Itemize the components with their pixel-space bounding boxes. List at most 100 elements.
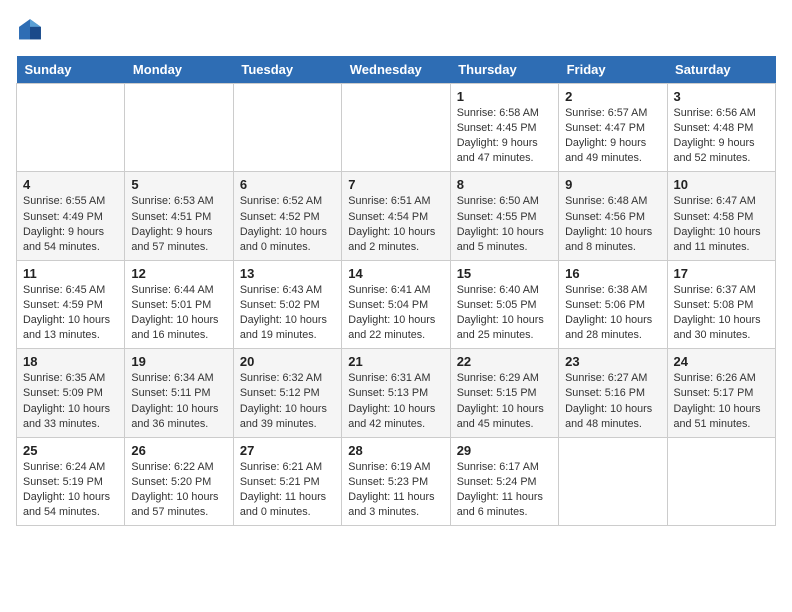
day-info: Sunrise: 6:57 AM Sunset: 4:47 PM Dayligh… [565, 106, 660, 166]
day-number: 12 [131, 266, 226, 281]
day-info: Sunrise: 6:26 AM Sunset: 5:17 PM Dayligh… [674, 371, 769, 431]
day-number: 2 [565, 89, 660, 104]
day-info: Sunrise: 6:53 AM Sunset: 4:51 PM Dayligh… [131, 194, 226, 254]
day-info: Sunrise: 6:22 AM Sunset: 5:20 PM Dayligh… [131, 460, 226, 520]
calendar-cell [125, 84, 233, 172]
day-info: Sunrise: 6:38 AM Sunset: 5:06 PM Dayligh… [565, 283, 660, 343]
day-number: 27 [240, 443, 335, 458]
calendar-cell: 9Sunrise: 6:48 AM Sunset: 4:56 PM Daylig… [559, 172, 667, 260]
day-info: Sunrise: 6:48 AM Sunset: 4:56 PM Dayligh… [565, 194, 660, 254]
day-number: 26 [131, 443, 226, 458]
calendar-cell [17, 84, 125, 172]
day-of-week-monday: Monday [125, 56, 233, 84]
calendar-cell: 13 Sunrise: 6:43 AM Sunset: 5:02 PM Dayli… [233, 260, 341, 348]
day-number: 28 [348, 443, 443, 458]
day-info: Sunrise: 6:56 AM Sunset: 4:48 PM Dayligh… [674, 106, 769, 166]
day-info: Sunrise: 6:37 AM Sunset: 5:08 PM Dayligh… [674, 283, 769, 343]
calendar-cell: 18Sunrise: 6:35 AM Sunset: 5:09 PM Dayli… [17, 349, 125, 437]
calendar-cell: 20 Sunrise: 6:32 AM Sunset: 5:12 PM Dayli… [233, 349, 341, 437]
calendar-cell: 15 Sunrise: 6:40 AM Sunset: 5:05 PM Dayli… [450, 260, 558, 348]
day-info: Sunrise: 6:17 AM Sunset: 5:24 PM Dayligh… [457, 460, 552, 520]
calendar-week-row: 1 Sunrise: 6:58 AM Sunset: 4:45 PM Daylig… [17, 84, 776, 172]
day-info: Sunrise: 6:55 AM Sunset: 4:49 PM Dayligh… [23, 194, 118, 254]
day-info: Sunrise: 6:21 AM Sunset: 5:21 PM Dayligh… [240, 460, 335, 520]
calendar-week-row: 18Sunrise: 6:35 AM Sunset: 5:09 PM Dayli… [17, 349, 776, 437]
day-of-week-thursday: Thursday [450, 56, 558, 84]
calendar-cell: 12 Sunrise: 6:44 AM Sunset: 5:01 PM Dayli… [125, 260, 233, 348]
day-number: 4 [23, 177, 118, 192]
day-number: 24 [674, 354, 769, 369]
calendar-week-row: 25 Sunrise: 6:24 AM Sunset: 5:19 PM Dayli… [17, 437, 776, 525]
calendar-cell: 17 Sunrise: 6:37 AM Sunset: 5:08 PM Dayli… [667, 260, 775, 348]
day-info: Sunrise: 6:47 AM Sunset: 4:58 PM Dayligh… [674, 194, 769, 254]
day-info: Sunrise: 6:43 AM Sunset: 5:02 PM Dayligh… [240, 283, 335, 343]
day-number: 1 [457, 89, 552, 104]
day-number: 25 [23, 443, 118, 458]
day-info: Sunrise: 6:27 AM Sunset: 5:16 PM Dayligh… [565, 371, 660, 431]
day-info: Sunrise: 6:32 AM Sunset: 5:12 PM Dayligh… [240, 371, 335, 431]
calendar-cell: 16 Sunrise: 6:38 AM Sunset: 5:06 PM Dayli… [559, 260, 667, 348]
calendar-cell: 2 Sunrise: 6:57 AM Sunset: 4:47 PM Daylig… [559, 84, 667, 172]
calendar-cell: 11 Sunrise: 6:45 AM Sunset: 4:59 PM Dayli… [17, 260, 125, 348]
day-number: 23 [565, 354, 660, 369]
day-of-week-wednesday: Wednesday [342, 56, 450, 84]
day-info: Sunrise: 6:44 AM Sunset: 5:01 PM Dayligh… [131, 283, 226, 343]
calendar-week-row: 4 Sunrise: 6:55 AM Sunset: 4:49 PM Daylig… [17, 172, 776, 260]
day-number: 15 [457, 266, 552, 281]
day-info: Sunrise: 6:50 AM Sunset: 4:55 PM Dayligh… [457, 194, 552, 254]
day-info: Sunrise: 6:34 AM Sunset: 5:11 PM Dayligh… [131, 371, 226, 431]
day-number: 19 [131, 354, 226, 369]
calendar-cell [667, 437, 775, 525]
logo [16, 16, 48, 44]
day-of-week-sunday: Sunday [17, 56, 125, 84]
day-number: 11 [23, 266, 118, 281]
day-info: Sunrise: 6:41 AM Sunset: 5:04 PM Dayligh… [348, 283, 443, 343]
day-number: 14 [348, 266, 443, 281]
day-number: 17 [674, 266, 769, 281]
day-number: 7 [348, 177, 443, 192]
day-info: Sunrise: 6:58 AM Sunset: 4:45 PM Dayligh… [457, 106, 552, 166]
day-number: 21 [348, 354, 443, 369]
calendar-table: SundayMondayTuesdayWednesdayThursdayFrid… [16, 56, 776, 526]
calendar-cell: 10 Sunrise: 6:47 AM Sunset: 4:58 PM Dayli… [667, 172, 775, 260]
calendar-cell: 1 Sunrise: 6:58 AM Sunset: 4:45 PM Daylig… [450, 84, 558, 172]
calendar-cell: 23 Sunrise: 6:27 AM Sunset: 5:16 PM Dayli… [559, 349, 667, 437]
calendar-cell: 28 Sunrise: 6:19 AM Sunset: 5:23 PM Dayli… [342, 437, 450, 525]
calendar-cell: 6 Sunrise: 6:52 AM Sunset: 4:52 PM Daylig… [233, 172, 341, 260]
day-info: Sunrise: 6:19 AM Sunset: 5:23 PM Dayligh… [348, 460, 443, 520]
day-info: Sunrise: 6:31 AM Sunset: 5:13 PM Dayligh… [348, 371, 443, 431]
day-number: 5 [131, 177, 226, 192]
calendar-cell [559, 437, 667, 525]
generalblue-logo-icon [16, 16, 44, 44]
day-number: 6 [240, 177, 335, 192]
calendar-cell: 4 Sunrise: 6:55 AM Sunset: 4:49 PM Daylig… [17, 172, 125, 260]
calendar-cell: 8 Sunrise: 6:50 AM Sunset: 4:55 PM Daylig… [450, 172, 558, 260]
day-number: 22 [457, 354, 552, 369]
calendar-cell: 27 Sunrise: 6:21 AM Sunset: 5:21 PM Dayli… [233, 437, 341, 525]
header [16, 16, 776, 44]
calendar-week-row: 11 Sunrise: 6:45 AM Sunset: 4:59 PM Dayli… [17, 260, 776, 348]
day-number: 8 [457, 177, 552, 192]
calendar-cell: 26 Sunrise: 6:22 AM Sunset: 5:20 PM Dayli… [125, 437, 233, 525]
day-of-week-friday: Friday [559, 56, 667, 84]
day-info: Sunrise: 6:52 AM Sunset: 4:52 PM Dayligh… [240, 194, 335, 254]
calendar-cell: 3 Sunrise: 6:56 AM Sunset: 4:48 PM Daylig… [667, 84, 775, 172]
day-info: Sunrise: 6:24 AM Sunset: 5:19 PM Dayligh… [23, 460, 118, 520]
day-of-week-saturday: Saturday [667, 56, 775, 84]
day-info: Sunrise: 6:45 AM Sunset: 4:59 PM Dayligh… [23, 283, 118, 343]
day-number: 3 [674, 89, 769, 104]
day-info: Sunrise: 6:35 AM Sunset: 5:09 PM Dayligh… [23, 371, 118, 431]
calendar-cell: 21 Sunrise: 6:31 AM Sunset: 5:13 PM Dayli… [342, 349, 450, 437]
day-number: 20 [240, 354, 335, 369]
calendar-cell: 24 Sunrise: 6:26 AM Sunset: 5:17 PM Dayli… [667, 349, 775, 437]
day-number: 10 [674, 177, 769, 192]
calendar-cell: 7Sunrise: 6:51 AM Sunset: 4:54 PM Daylig… [342, 172, 450, 260]
calendar-cell: 25 Sunrise: 6:24 AM Sunset: 5:19 PM Dayli… [17, 437, 125, 525]
day-number: 16 [565, 266, 660, 281]
day-of-week-tuesday: Tuesday [233, 56, 341, 84]
calendar-cell: 29Sunrise: 6:17 AM Sunset: 5:24 PM Dayli… [450, 437, 558, 525]
day-info: Sunrise: 6:40 AM Sunset: 5:05 PM Dayligh… [457, 283, 552, 343]
calendar-cell: 5 Sunrise: 6:53 AM Sunset: 4:51 PM Daylig… [125, 172, 233, 260]
day-number: 13 [240, 266, 335, 281]
calendar-header-row: SundayMondayTuesdayWednesdayThursdayFrid… [17, 56, 776, 84]
